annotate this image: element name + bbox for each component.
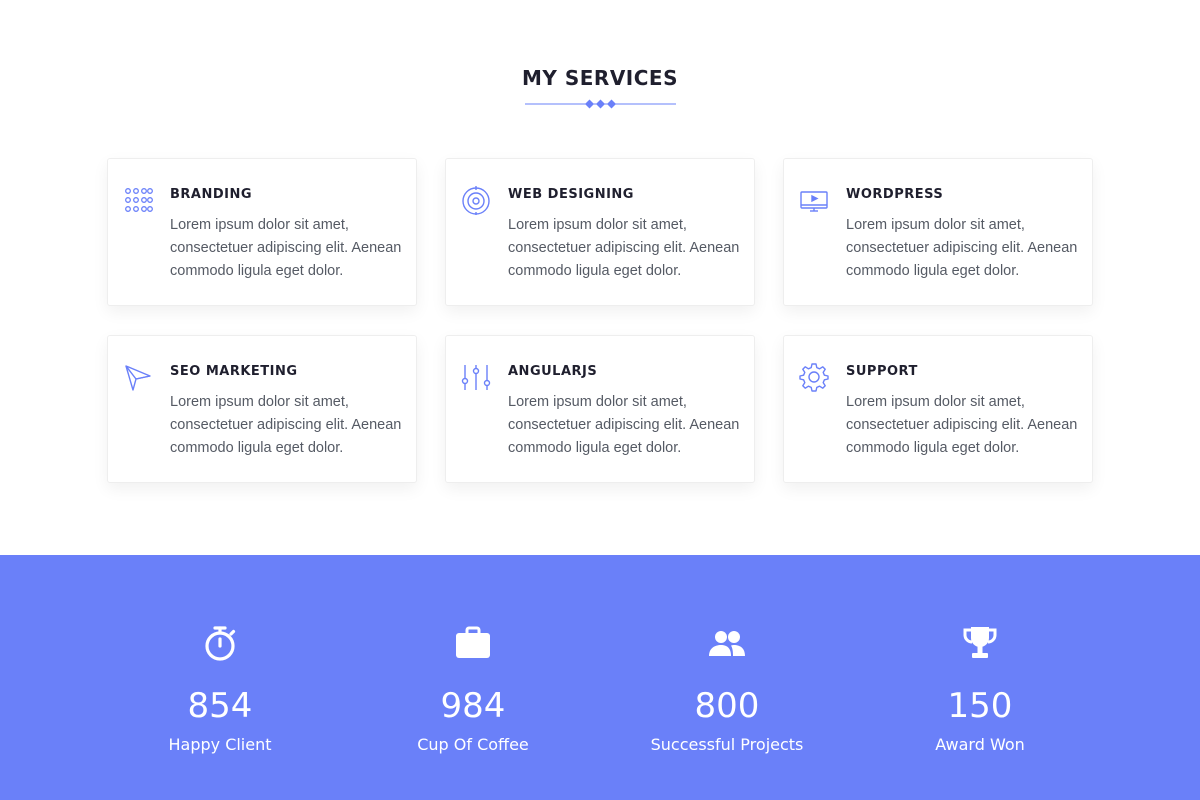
service-card-seo-marketing[interactable]: SEO MARKETING Lorem ipsum dolor sit amet… (107, 335, 417, 483)
stat-label: Cup Of Coffee (417, 735, 529, 754)
services-section: MY SERVICES BRANDING Lorem ipsum dolor s… (0, 0, 1200, 555)
paper-plane-icon (123, 362, 153, 392)
service-description: Lorem ipsum dolor sit amet, consectetuer… (508, 217, 740, 279)
stat-cup-of-coffee: 984 Cup Of Coffee (353, 555, 593, 800)
stat-number: 800 (694, 686, 760, 726)
stat-number: 150 (947, 686, 1013, 726)
stat-label: Successful Projects (650, 735, 804, 754)
trophy-icon (960, 623, 1000, 663)
sliders-icon (461, 362, 491, 392)
users-icon (707, 623, 747, 663)
service-description: Lorem ipsum dolor sit amet, consectetuer… (170, 394, 402, 456)
service-title: BRANDING (170, 187, 253, 202)
service-card-support[interactable]: SUPPORT Lorem ipsum dolor sit amet, cons… (783, 335, 1093, 483)
title-divider (525, 99, 676, 109)
service-description: Lorem ipsum dolor sit amet, consectetuer… (508, 394, 740, 456)
section-title: MY SERVICES (522, 66, 678, 90)
stat-label: Happy Client (168, 735, 272, 754)
service-card-angularjs[interactable]: ANGULARJS Lorem ipsum dolor sit amet, co… (445, 335, 755, 483)
stopwatch-icon (200, 623, 240, 663)
service-title: SUPPORT (846, 364, 918, 379)
service-description: Lorem ipsum dolor sit amet, consectetuer… (846, 394, 1078, 456)
stats-section: 854 Happy Client 984 Cup Of Coffee 800 S… (0, 555, 1200, 800)
stat-number: 984 (440, 686, 506, 726)
monitor-play-icon (799, 185, 829, 215)
service-title: WEB DESIGNING (508, 187, 634, 202)
service-title: ANGULARJS (508, 364, 598, 379)
stat-successful-projects: 800 Successful Projects (607, 555, 847, 800)
stat-label: Award Won (935, 735, 1025, 754)
gear-icon (799, 362, 829, 392)
briefcase-icon (453, 623, 493, 663)
stat-number: 854 (187, 686, 253, 726)
grid-dots-icon (123, 185, 153, 215)
service-title: WORDPRESS (846, 187, 944, 202)
service-card-wordpress[interactable]: WORDPRESS Lorem ipsum dolor sit amet, co… (783, 158, 1093, 306)
target-icon (461, 185, 491, 215)
service-description: Lorem ipsum dolor sit amet, consectetuer… (846, 217, 1078, 279)
service-card-branding[interactable]: BRANDING Lorem ipsum dolor sit amet, con… (107, 158, 417, 306)
stat-award-won: 150 Award Won (860, 555, 1100, 800)
stat-happy-client: 854 Happy Client (100, 555, 340, 800)
service-title: SEO MARKETING (170, 364, 298, 379)
service-card-web-designing[interactable]: WEB DESIGNING Lorem ipsum dolor sit amet… (445, 158, 755, 306)
service-description: Lorem ipsum dolor sit amet, consectetuer… (170, 217, 402, 279)
